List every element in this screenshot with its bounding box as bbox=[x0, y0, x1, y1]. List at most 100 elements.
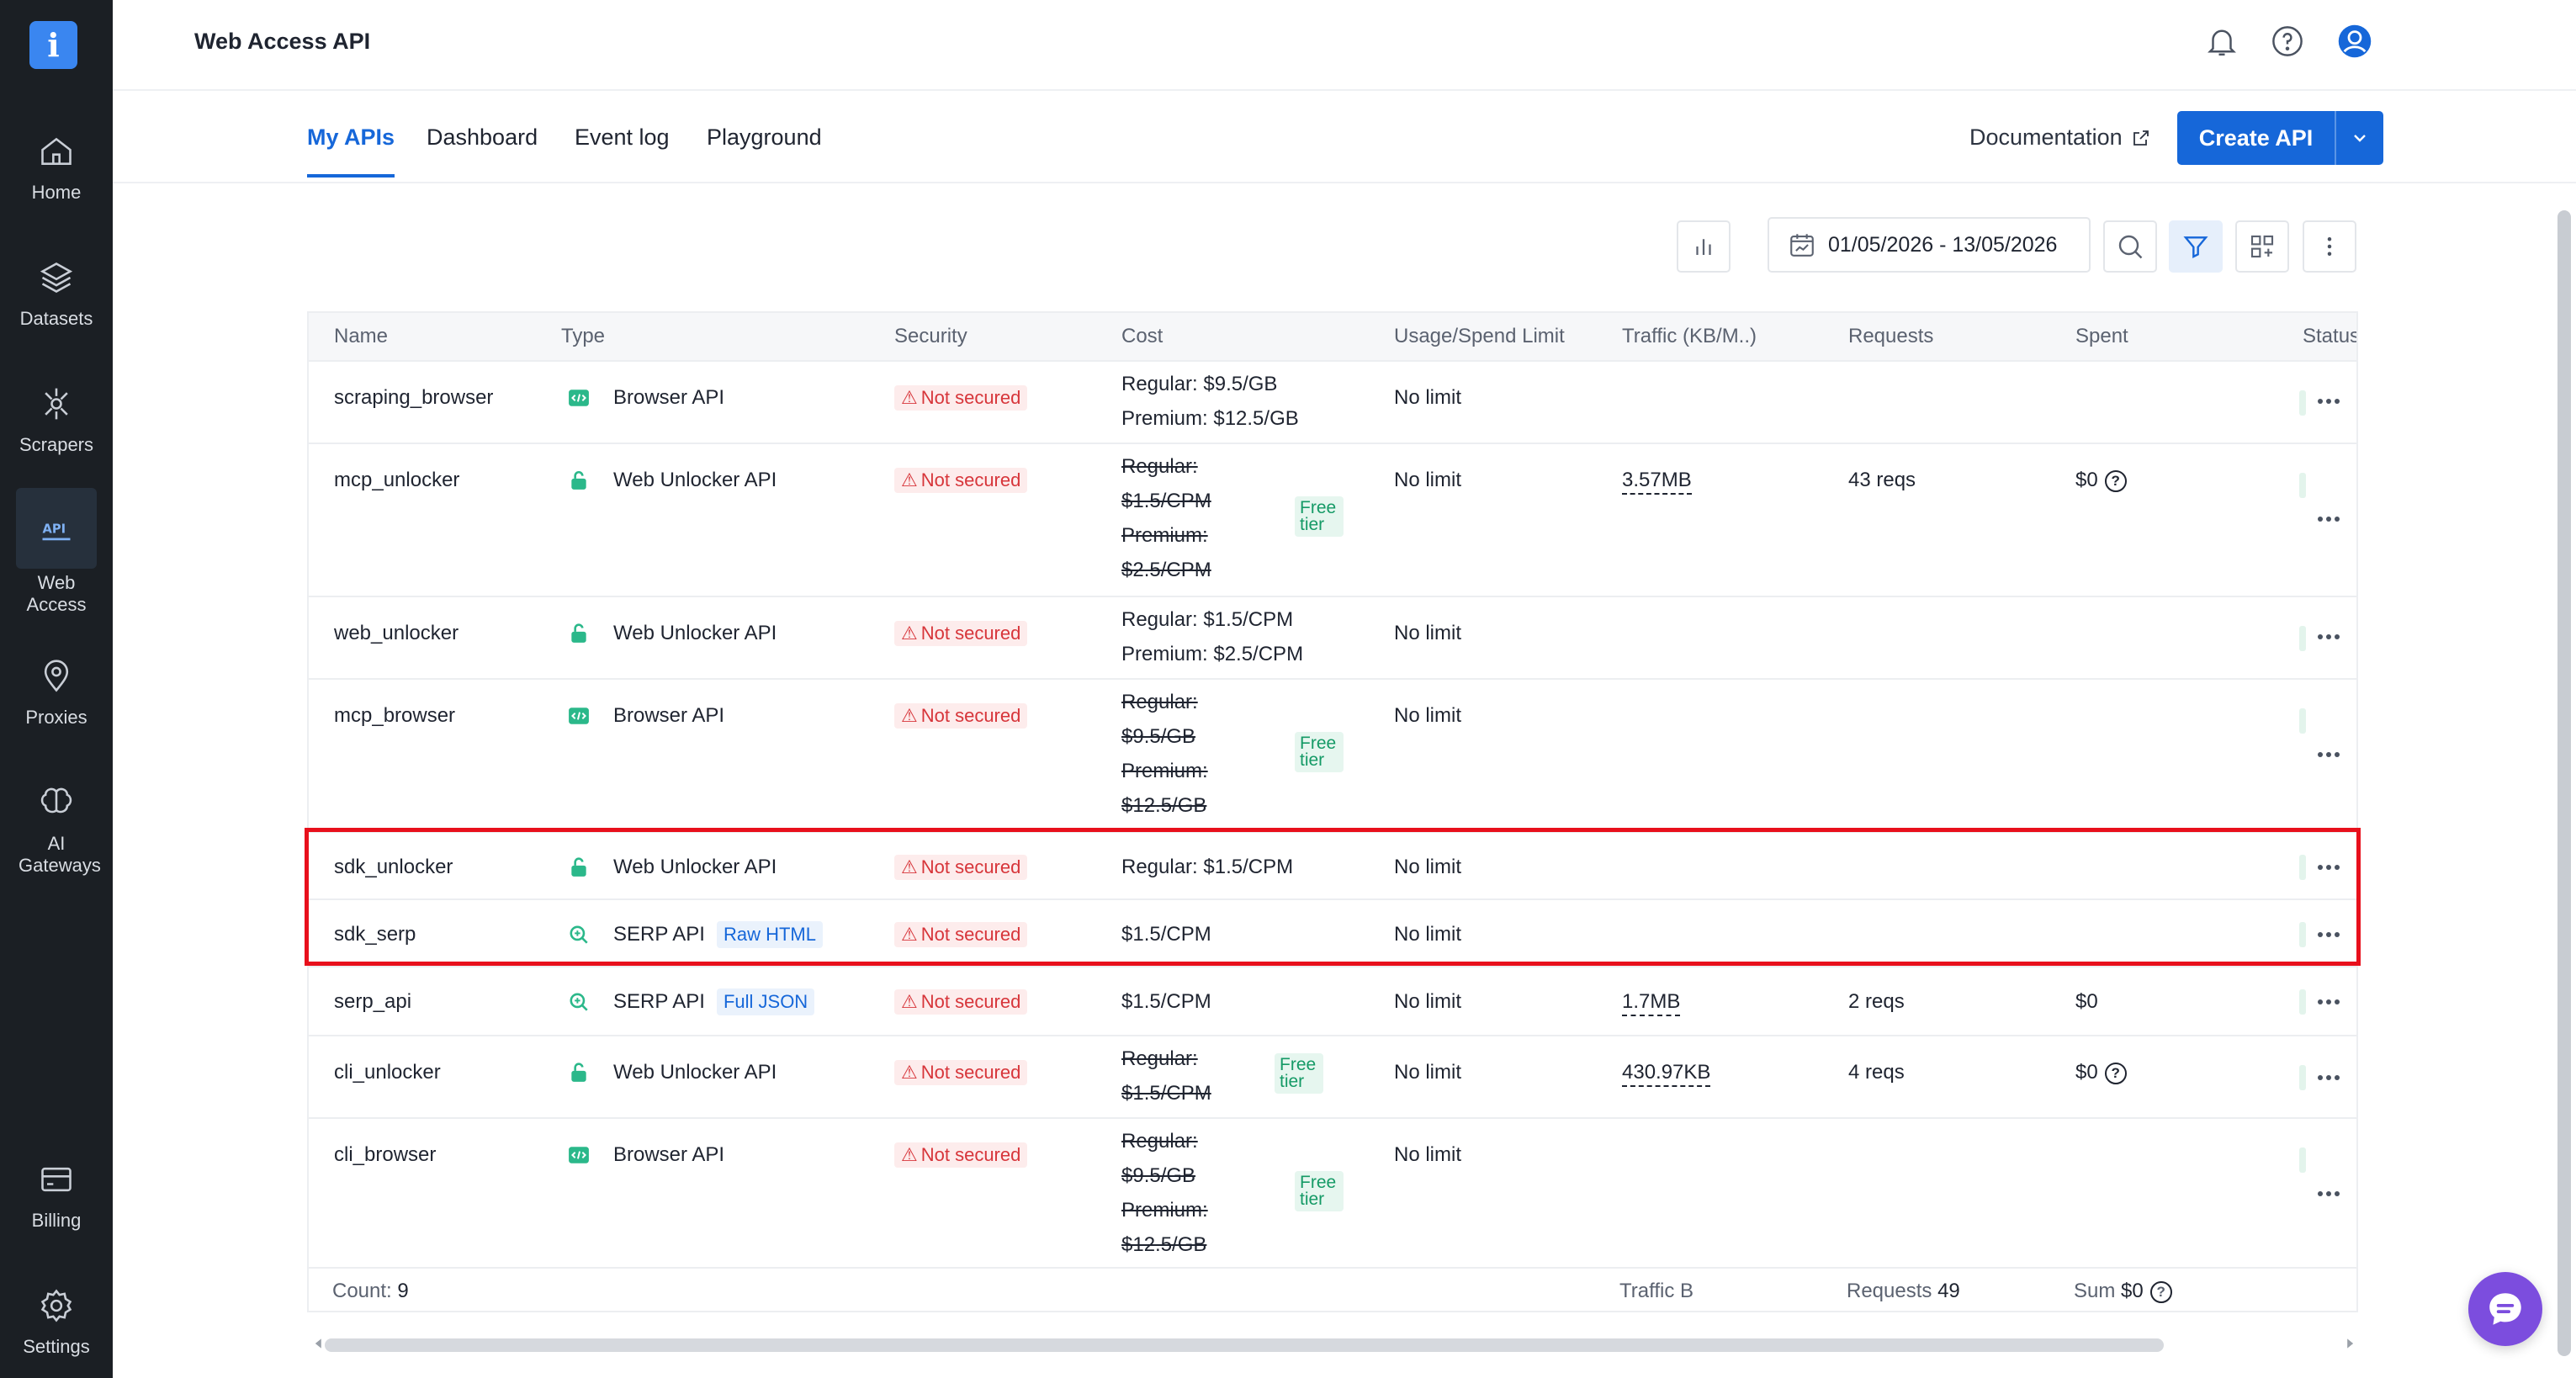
row-actions-icon[interactable] bbox=[2318, 1191, 2343, 1200]
count-summary: Count: 9 bbox=[332, 1274, 409, 1308]
requests-value: 49 bbox=[1937, 1280, 1960, 1302]
sidebar-item-proxies[interactable]: Proxies bbox=[0, 658, 113, 729]
status-toggle[interactable] bbox=[2299, 1065, 2306, 1090]
requests: 2 reqs bbox=[1848, 990, 1905, 1013]
security-label: Not secured bbox=[920, 1144, 1021, 1165]
documentation-link[interactable]: Documentation bbox=[1969, 125, 2151, 151]
table-row[interactable]: serp_api SERP API Full JSON ⚠ Not secured … bbox=[309, 967, 2356, 1036]
status-toggle[interactable] bbox=[2299, 855, 2306, 880]
scroll-right-icon[interactable] bbox=[2344, 1338, 2356, 1349]
api-name[interactable]: mcp_unlocker bbox=[334, 463, 459, 497]
traffic[interactable]: 430.97KB bbox=[1622, 1055, 1711, 1089]
security-label: Not secured bbox=[920, 705, 1021, 726]
unlock-icon bbox=[571, 1063, 586, 1082]
column-header-usage-limit[interactable]: Usage/Spend Limit bbox=[1394, 325, 1565, 348]
traffic[interactable]: 3.57MB bbox=[1622, 463, 1692, 497]
tab-dashboard[interactable]: Dashboard bbox=[427, 125, 538, 174]
search-zoom-icon bbox=[570, 993, 588, 1011]
row-actions-icon[interactable] bbox=[2318, 399, 2343, 407]
table-row[interactable]: web_unlocker Web Unlocker API ⚠ Not secur… bbox=[309, 597, 2356, 680]
create-api-button[interactable]: Create API bbox=[2177, 111, 2383, 165]
sidebar-item-ai-gateways[interactable]: AI Gateways bbox=[0, 784, 113, 877]
api-name[interactable]: web_unlocker bbox=[334, 616, 458, 650]
spent: $0? bbox=[2075, 463, 2127, 497]
unlock-icon bbox=[571, 623, 586, 643]
row-actions-icon[interactable] bbox=[2318, 752, 2343, 761]
cost-line: Regular: bbox=[1121, 691, 1198, 713]
column-header-cost[interactable]: Cost bbox=[1121, 325, 1163, 348]
api-name[interactable]: serp_api bbox=[334, 984, 411, 1019]
vertical-scrollbar[interactable] bbox=[2557, 210, 2571, 1356]
table-row[interactable]: cli_browser Browser API ⚠ Not secured Reg… bbox=[309, 1119, 2356, 1269]
api-type: Web Unlocker API bbox=[613, 622, 777, 644]
help-icon[interactable]: ? bbox=[2104, 1062, 2127, 1084]
column-header-spent[interactable]: Spent bbox=[2075, 325, 2128, 348]
date-range-picker[interactable]: 01/05/2026 - 13/05/2026 bbox=[1768, 217, 2091, 273]
status-toggle[interactable] bbox=[2299, 390, 2306, 416]
table-row[interactable]: cli_unlocker Web Unlocker API ⚠ Not secur… bbox=[309, 1036, 2356, 1119]
row-actions-icon[interactable] bbox=[2318, 999, 2343, 1008]
filter-icon bbox=[2183, 236, 2208, 258]
column-header-traffic[interactable]: Traffic (KB/M..) bbox=[1622, 325, 1757, 348]
row-actions-icon[interactable] bbox=[2318, 1075, 2343, 1084]
tab-my-apis[interactable]: My APIs bbox=[307, 125, 395, 178]
help-icon[interactable]: ? bbox=[2149, 1280, 2172, 1303]
brand-logo[interactable]: i bbox=[29, 21, 77, 69]
chat-button[interactable] bbox=[2468, 1272, 2542, 1346]
create-api-dropdown[interactable] bbox=[2335, 111, 2383, 165]
table-row[interactable]: scraping_browser Browser API ⚠ Not secure… bbox=[309, 362, 2356, 444]
help-icon[interactable] bbox=[2270, 24, 2305, 59]
more-options-button[interactable] bbox=[2303, 220, 2356, 273]
scroll-left-icon[interactable] bbox=[313, 1338, 325, 1349]
traffic-value[interactable]: 430.97KB bbox=[1622, 1060, 1711, 1087]
count-label: Count: bbox=[332, 1280, 392, 1302]
row-actions-icon[interactable] bbox=[2318, 932, 2343, 941]
column-header-requests[interactable]: Requests bbox=[1848, 325, 1933, 348]
status-toggle[interactable] bbox=[2299, 473, 2306, 498]
table-row[interactable]: mcp_browser Browser API ⚠ Not secured Reg… bbox=[309, 680, 2356, 833]
status-toggle[interactable] bbox=[2299, 989, 2306, 1015]
row-actions-icon[interactable] bbox=[2318, 865, 2343, 873]
sidebar-item-scrapers[interactable]: Scrapers bbox=[0, 385, 113, 456]
table-row[interactable]: sdk_serp SERP API Raw HTML ⚠ Not secured $… bbox=[309, 900, 2356, 967]
api-name[interactable]: cli_unlocker bbox=[334, 1055, 441, 1089]
column-header-name[interactable]: Name bbox=[334, 325, 388, 348]
page-title: Web Access API bbox=[194, 29, 371, 54]
api-name[interactable]: mcp_browser bbox=[334, 698, 455, 733]
table-header: Name Type Security Cost Usage/Spend Limi… bbox=[309, 313, 2356, 362]
sidebar-item-web-access[interactable]: API Web Access bbox=[0, 488, 113, 616]
column-header-status[interactable]: Status bbox=[2303, 325, 2356, 348]
row-actions-icon[interactable] bbox=[2318, 517, 2343, 525]
sidebar-item-home[interactable]: Home bbox=[0, 133, 113, 204]
api-name[interactable]: sdk_serp bbox=[334, 917, 416, 951]
sidebar-item-datasets[interactable]: Datasets bbox=[0, 259, 113, 330]
tab-playground[interactable]: Playground bbox=[707, 125, 822, 174]
api-name[interactable]: cli_browser bbox=[334, 1137, 436, 1172]
usage-limit: No limit bbox=[1394, 856, 1462, 878]
traffic-value[interactable]: 1.7MB bbox=[1622, 989, 1681, 1016]
api-name[interactable]: scraping_browser bbox=[334, 380, 493, 415]
column-header-security[interactable]: Security bbox=[894, 325, 967, 348]
help-icon[interactable]: ? bbox=[2104, 469, 2127, 492]
chart-view-button[interactable] bbox=[1677, 220, 1731, 273]
sidebar-item-settings[interactable]: Settings bbox=[0, 1287, 113, 1358]
traffic-value[interactable]: 3.57MB bbox=[1622, 468, 1692, 495]
column-header-type[interactable]: Type bbox=[561, 325, 605, 348]
bell-icon[interactable] bbox=[2204, 24, 2239, 59]
search-button[interactable] bbox=[2103, 220, 2157, 273]
horizontal-scrollbar[interactable] bbox=[325, 1338, 2164, 1352]
table-row[interactable]: mcp_unlocker Web Unlocker API ⚠ Not secur… bbox=[309, 444, 2356, 597]
filter-button[interactable] bbox=[2169, 220, 2223, 273]
status-toggle[interactable] bbox=[2299, 626, 2306, 651]
status-toggle[interactable] bbox=[2299, 1147, 2306, 1173]
sidebar-item-billing[interactable]: Billing bbox=[0, 1161, 113, 1232]
api-name[interactable]: sdk_unlocker bbox=[334, 850, 453, 884]
tab-event-log[interactable]: Event log bbox=[575, 125, 670, 174]
status-toggle[interactable] bbox=[2299, 708, 2306, 734]
row-actions-icon[interactable] bbox=[2318, 634, 2343, 643]
status-toggle[interactable] bbox=[2299, 922, 2306, 947]
traffic[interactable]: 1.7MB bbox=[1622, 984, 1681, 1019]
user-avatar-icon[interactable] bbox=[2337, 24, 2372, 59]
columns-button[interactable] bbox=[2235, 220, 2289, 273]
table-row[interactable]: sdk_unlocker Web Unlocker API ⚠ Not secur… bbox=[309, 833, 2356, 900]
